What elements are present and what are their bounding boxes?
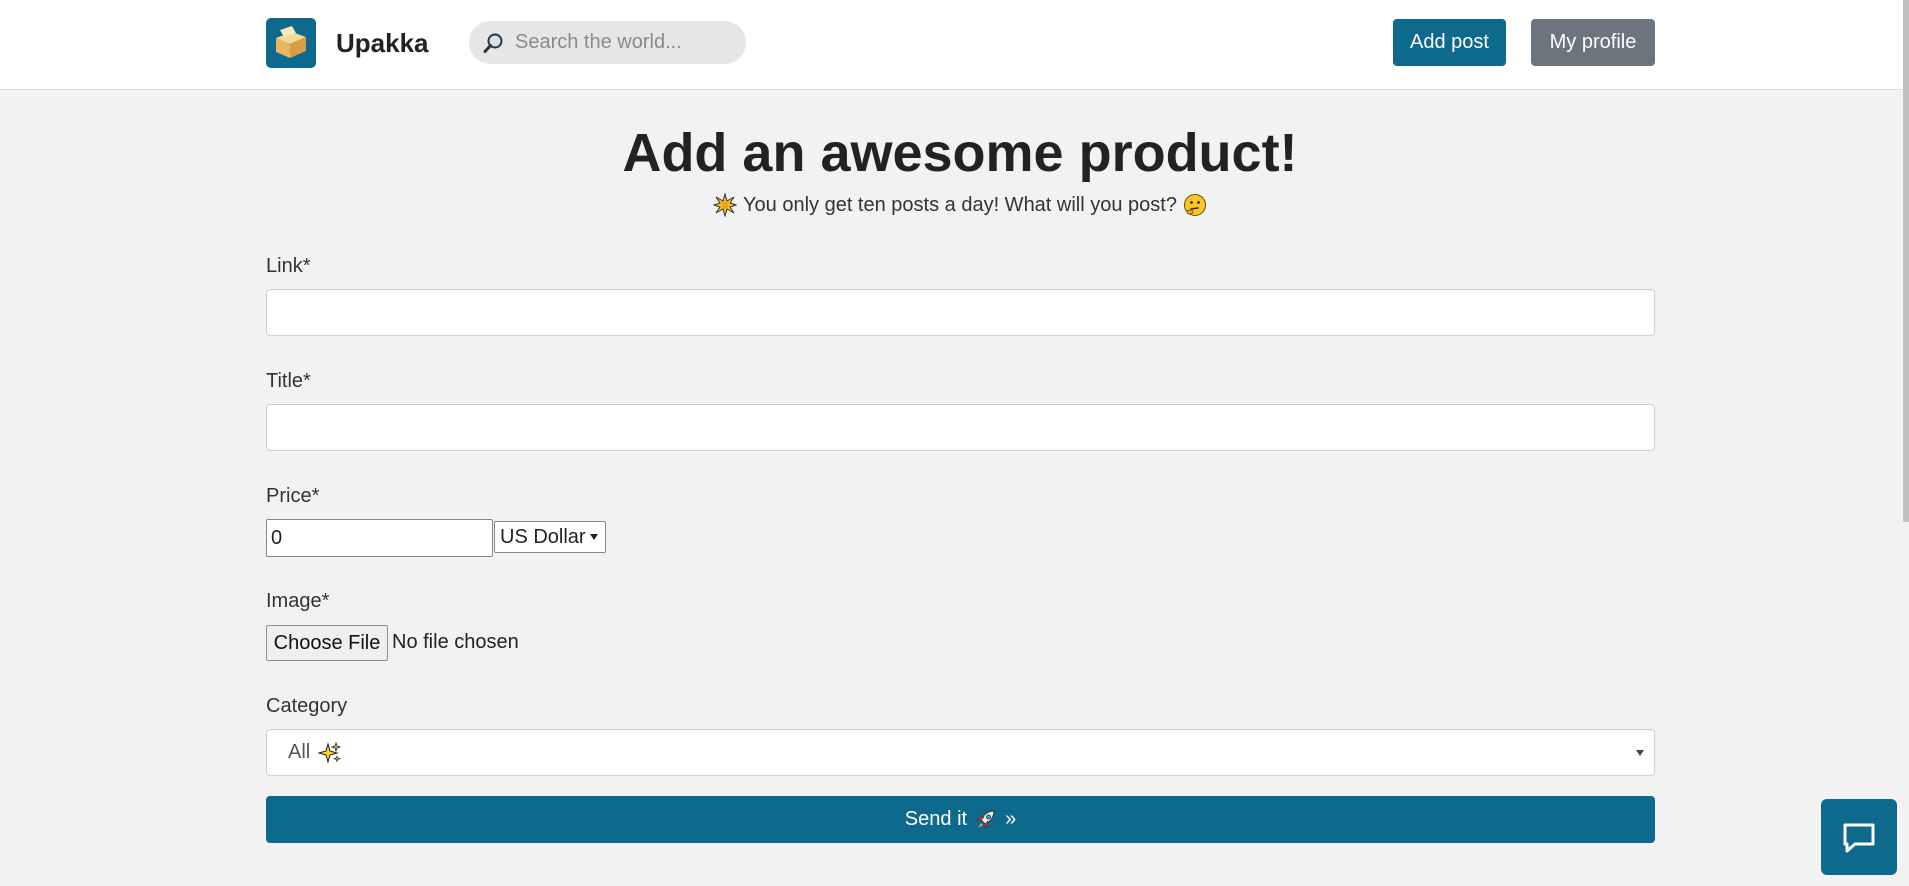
- brand-name: Upakka: [336, 27, 429, 58]
- top-navbar: Upakka Add post My profile: [0, 0, 1903, 90]
- rocket-emoji-icon: [974, 808, 998, 832]
- brand-link[interactable]: Upakka: [266, 18, 429, 68]
- thinking-face-emoji-icon: [1183, 193, 1207, 217]
- page-title: Add an awesome product!: [622, 123, 1298, 183]
- currency-selected-value: US Dollar: [500, 525, 586, 548]
- box-logo-icon: [266, 18, 316, 68]
- price-value: 0: [271, 526, 283, 549]
- price-label: Price*: [266, 485, 320, 507]
- add-post-button[interactable]: Add post: [1393, 19, 1506, 66]
- sparkles-emoji-icon: [317, 741, 342, 765]
- category-select[interactable]: All: [266, 729, 1655, 776]
- page-subtitle: You only get ten posts a day! What will …: [0, 192, 1909, 218]
- chevron-down-icon: [1636, 750, 1644, 756]
- choose-file-button[interactable]: Choose File: [266, 625, 388, 661]
- my-profile-button[interactable]: My profile: [1531, 19, 1655, 66]
- search-icon: [483, 32, 505, 54]
- chat-bubble-icon: [1843, 823, 1875, 853]
- scrollbar-thumb[interactable]: [1903, 0, 1909, 522]
- category-selected-value: All: [288, 741, 311, 763]
- chevron-down-icon: [590, 534, 598, 540]
- title-input[interactable]: [266, 404, 1655, 451]
- send-it-button[interactable]: Send it »: [266, 796, 1655, 843]
- submit-arrow-text: »: [1005, 808, 1017, 830]
- subtitle-text: You only get ten posts a day! What will …: [743, 193, 1177, 216]
- link-label: Link*: [266, 255, 311, 277]
- category-label: Category: [266, 695, 348, 717]
- submit-label: Send it: [904, 808, 968, 830]
- file-status-text: No file chosen: [392, 631, 519, 653]
- collision-emoji-icon: [712, 192, 738, 218]
- chat-widget-button[interactable]: [1821, 799, 1897, 875]
- title-label: Title*: [266, 370, 311, 392]
- search-input[interactable]: [513, 30, 737, 55]
- price-input[interactable]: 0: [266, 519, 493, 557]
- image-label: Image*: [266, 590, 330, 612]
- link-input[interactable]: [266, 289, 1655, 336]
- currency-select[interactable]: US Dollar: [494, 521, 606, 553]
- search-bar[interactable]: [469, 21, 746, 64]
